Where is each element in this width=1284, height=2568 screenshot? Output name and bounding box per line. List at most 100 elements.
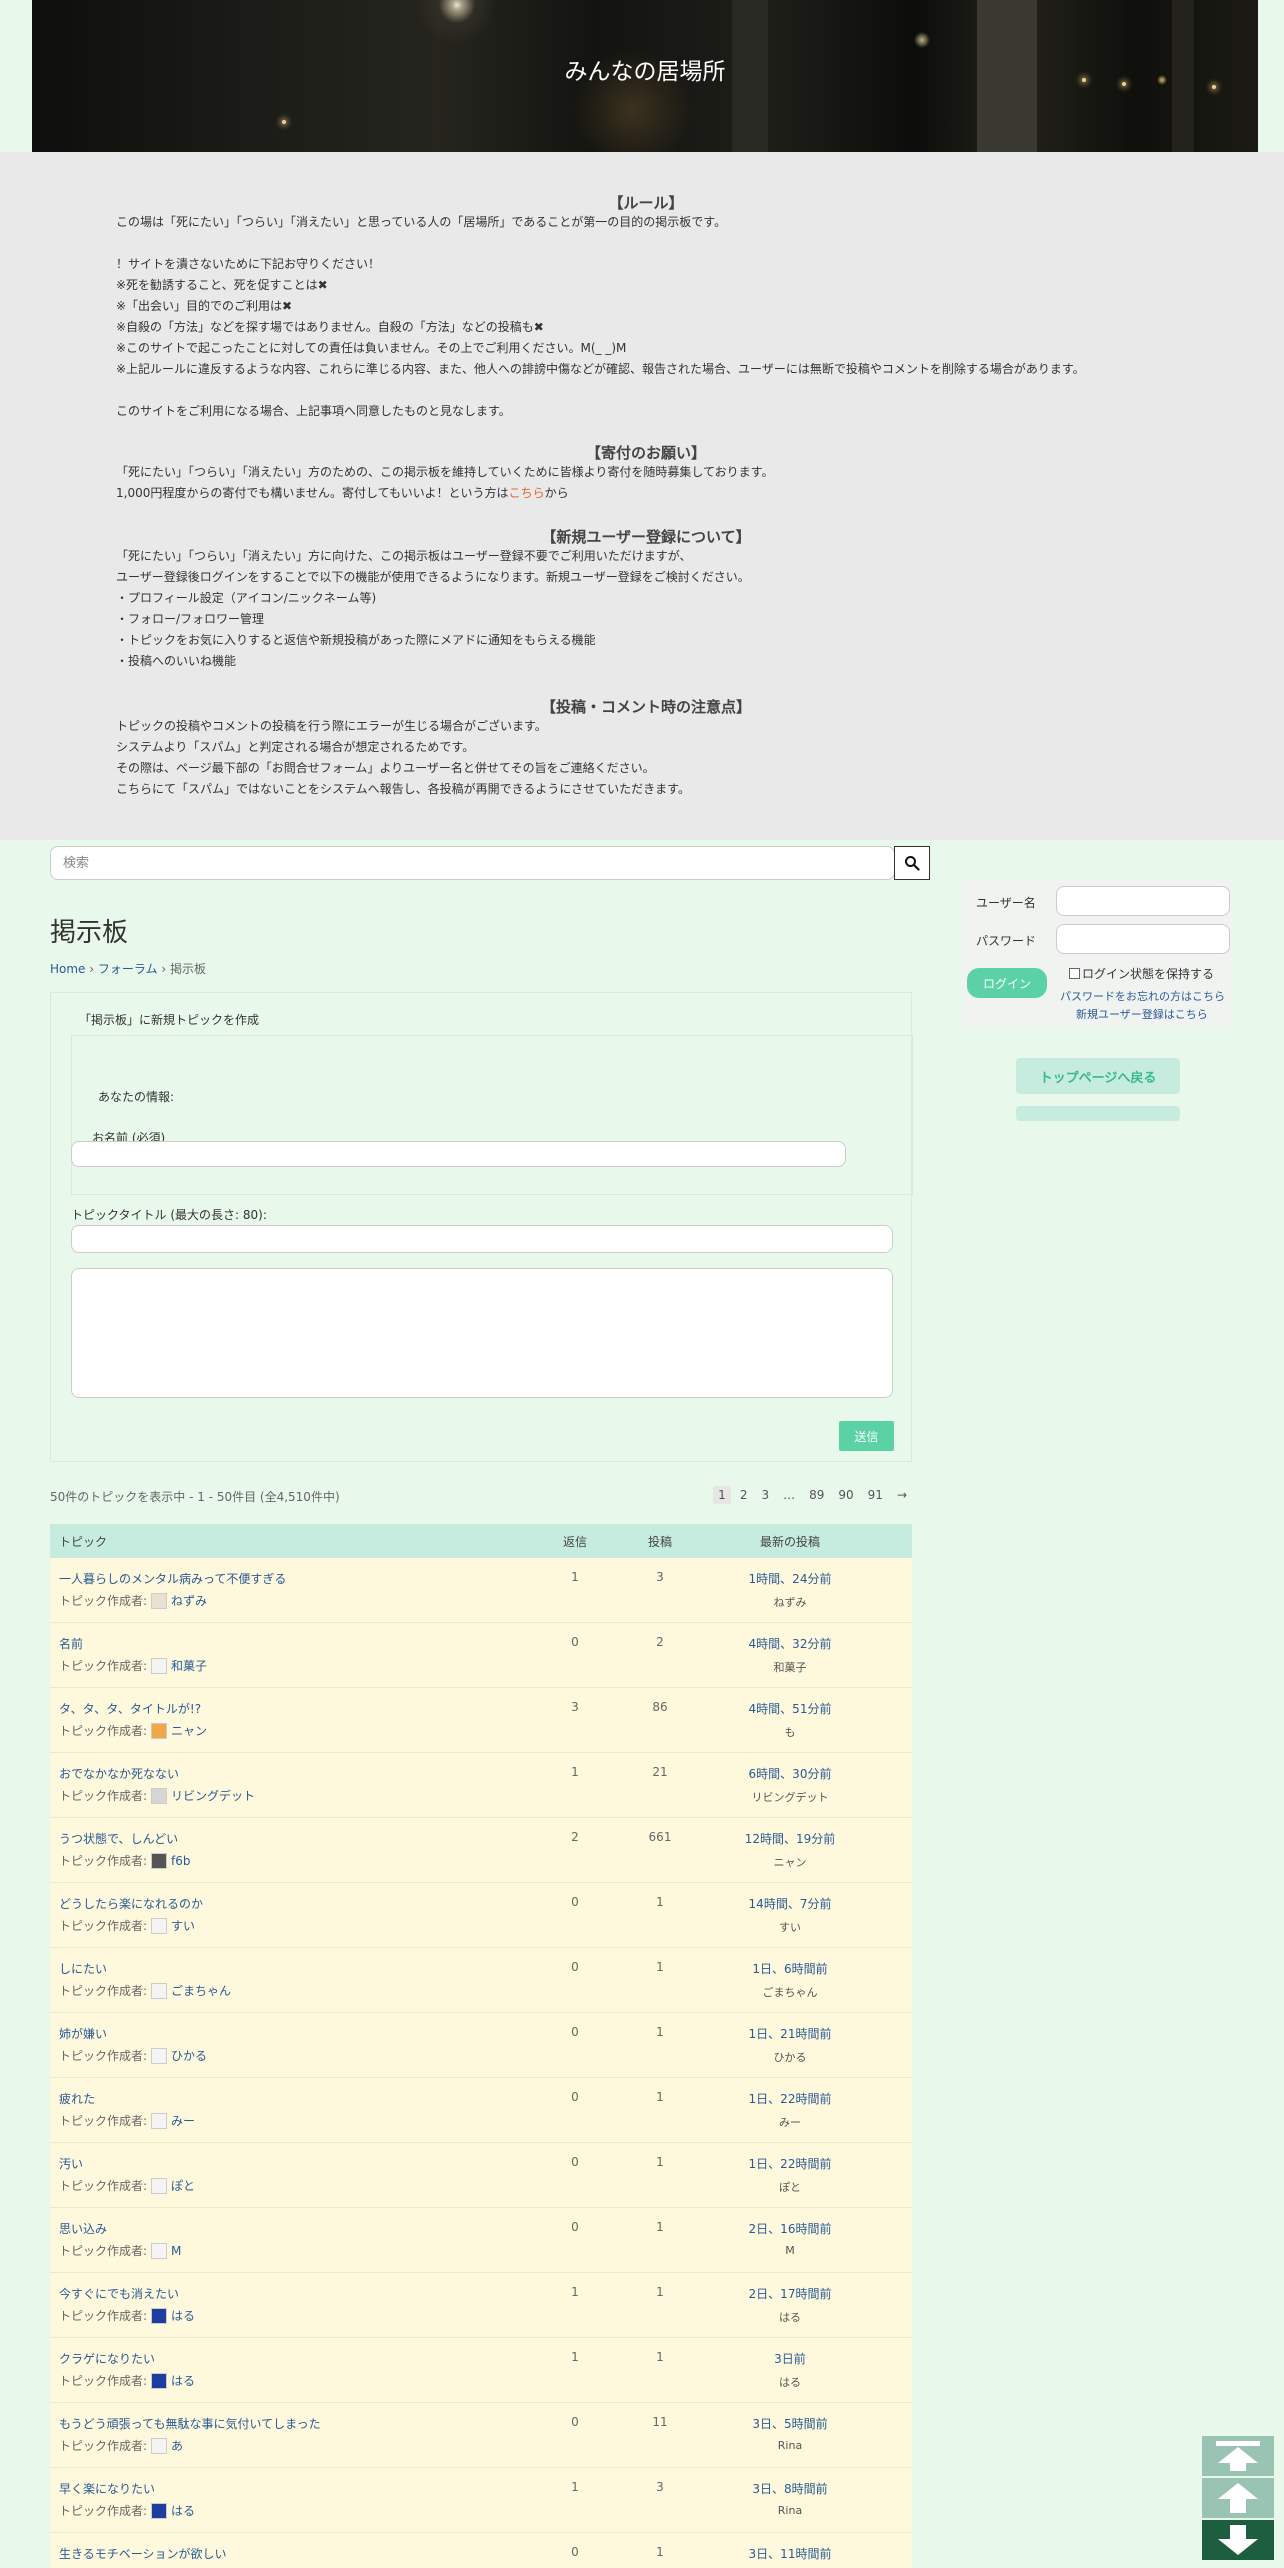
topic-title-link[interactable]: 早く楽になりたい <box>59 2480 155 2497</box>
avatar[interactable] <box>151 2372 168 2389</box>
pagination-page[interactable]: 89 <box>804 1486 829 1504</box>
breadcrumb-home[interactable]: Home <box>50 962 85 976</box>
remember-me[interactable]: ログイン状態を保持する <box>1069 965 1214 982</box>
topic-title-link[interactable]: しにたい <box>59 1960 107 1977</box>
search-input[interactable] <box>50 846 895 880</box>
latest-post-link[interactable]: 6時間、30分前 <box>695 1765 885 1782</box>
topic-title-link[interactable]: 一人暮らしのメンタル病みって不便すぎる <box>59 1570 286 1587</box>
author-link[interactable]: ぽと <box>171 2177 195 2194</box>
latest-post-link[interactable]: 1日、6時間前 <box>695 1960 885 1977</box>
author-link[interactable]: すい <box>171 1917 195 1934</box>
latest-post-author: M <box>785 2244 795 2257</box>
topic-title-link[interactable]: 姉が嫌い <box>59 2025 107 2042</box>
avatar[interactable] <box>151 2307 168 2324</box>
rules-line: ※自殺の「方法」などを探す場ではありません。自殺の「方法」などの投稿も✖ <box>116 320 544 334</box>
rules-line: ※上記ルールに違反するような内容、これらに準じる内容、また、他人への誹謗中傷など… <box>116 362 1085 376</box>
post-count: 3 <box>656 2480 664 2494</box>
donation-link[interactable]: こちら <box>509 486 545 500</box>
avatar[interactable] <box>151 1657 168 1674</box>
avatar[interactable] <box>151 2437 168 2454</box>
author-link[interactable]: みー <box>171 2112 195 2129</box>
forgot-password-link[interactable]: パスワードをお忘れの方はこちら <box>1060 988 1225 1004</box>
avatar[interactable] <box>151 1592 168 1609</box>
site-title[interactable]: みんなの居場所 <box>32 52 1258 86</box>
author-link[interactable]: リビングデット <box>171 1787 255 1804</box>
topic-title-link[interactable]: 汚い <box>59 2155 83 2172</box>
topic-title-link[interactable]: タ、タ、タ、タイトルが!? <box>59 1700 201 1717</box>
avatar[interactable] <box>151 1982 168 1999</box>
reply-count: 1 <box>571 2350 579 2364</box>
scroll-down-button[interactable] <box>1202 2520 1274 2560</box>
topic-title-link[interactable]: 名前 <box>59 1635 83 1652</box>
topic-title-input[interactable] <box>71 1225 893 1253</box>
topic-title-link[interactable]: うつ状態で、しんどい <box>59 1830 178 1847</box>
author-link[interactable]: はる <box>171 2307 195 2324</box>
latest-post-link[interactable]: 2日、17時間前 <box>695 2285 885 2302</box>
author-link[interactable]: はる <box>171 2502 195 2519</box>
avatar[interactable] <box>151 2112 168 2129</box>
author-link[interactable]: あ <box>171 2437 183 2454</box>
latest-post-link[interactable]: 1日、22時間前 <box>695 2090 885 2107</box>
latest-post-author: ニャン <box>773 1856 807 1869</box>
pagination-page[interactable]: 2 <box>735 1486 753 1504</box>
avatar[interactable] <box>151 1787 168 1804</box>
latest-post-link[interactable]: 3日、5時間前 <box>695 2415 885 2432</box>
pagination-page[interactable]: 90 <box>833 1486 858 1504</box>
submit-button[interactable]: 送信 <box>839 1421 894 1451</box>
remember-label: ログイン状態を保持する <box>1082 967 1215 981</box>
username-input[interactable] <box>1056 886 1230 916</box>
name-input[interactable] <box>71 1141 846 1167</box>
topic-title-link[interactable]: 今すぐにでも消えたい <box>59 2285 179 2302</box>
author-link[interactable]: M <box>171 2244 181 2258</box>
author-link[interactable]: ニャン <box>171 1722 207 1739</box>
topic-title-link[interactable]: 思い込み <box>59 2220 107 2237</box>
avatar[interactable] <box>151 2177 168 2194</box>
pagination-next[interactable]: → <box>892 1486 912 1504</box>
author-link[interactable]: ひかる <box>171 2047 207 2064</box>
remember-checkbox[interactable] <box>1069 968 1080 979</box>
scroll-up-button[interactable] <box>1202 2478 1274 2518</box>
reply-count: 1 <box>571 1570 579 1584</box>
topic-title-link[interactable]: もうどう頑張っても無駄な事に気付いてしまった <box>59 2415 321 2432</box>
author-link[interactable]: はる <box>171 2372 195 2389</box>
author-link[interactable]: ねずみ <box>171 1592 207 1609</box>
latest-post-link[interactable]: 12時間、19分前 <box>695 1830 885 1847</box>
avatar[interactable] <box>151 2047 168 2064</box>
login-button[interactable]: ログイン <box>967 968 1047 998</box>
topic-title-link[interactable]: 疲れた <box>59 2090 95 2107</box>
avatar[interactable] <box>151 1852 168 1869</box>
search-button[interactable] <box>894 846 930 880</box>
scroll-top-button[interactable] <box>1202 2436 1274 2476</box>
pagination-page[interactable]: 1 <box>713 1486 731 1504</box>
latest-post-author: Rina <box>777 2504 803 2517</box>
avatar[interactable] <box>151 1917 168 1934</box>
topic-title-link[interactable]: おでなかなか死なない <box>59 1765 179 1782</box>
avatar[interactable] <box>151 2502 168 2519</box>
register-link[interactable]: 新規ユーザー登録はこちら <box>1076 1006 1208 1022</box>
topic-title-link[interactable]: 生きるモチベーションが欲しい <box>59 2545 227 2562</box>
topic-title-link[interactable]: どうしたら楽になれるのか <box>59 1895 203 1912</box>
breadcrumb-forum[interactable]: フォーラム <box>98 962 158 976</box>
password-input[interactable] <box>1056 924 1230 954</box>
avatar[interactable] <box>151 1722 168 1739</box>
latest-post-link[interactable]: 1時間、24分前 <box>695 1570 885 1587</box>
latest-post-link[interactable]: 1日、21時間前 <box>695 2025 885 2042</box>
topic-content-textarea[interactable] <box>71 1268 893 1398</box>
back-to-top-page-button[interactable]: トップページへ戻る <box>1016 1058 1180 1094</box>
topic-title-link[interactable]: クラゲになりたい <box>59 2350 155 2367</box>
author-link[interactable]: 和菓子 <box>171 1657 207 1674</box>
table-row: 汚い トピック作成者: ぽと 0 1 1日、22時間前 ぽと <box>50 2143 912 2208</box>
latest-post-link[interactable]: 3日、11時間前 <box>695 2545 885 2562</box>
latest-post-link[interactable]: 4時間、51分前 <box>695 1700 885 1717</box>
pagination-page[interactable]: 91 <box>863 1486 888 1504</box>
latest-post-link[interactable]: 2日、16時間前 <box>695 2220 885 2237</box>
latest-post-link[interactable]: 3日、8時間前 <box>695 2480 885 2497</box>
author-link[interactable]: f6b <box>171 1854 190 1868</box>
pagination-page[interactable]: 3 <box>756 1486 774 1504</box>
latest-post-link[interactable]: 1日、22時間前 <box>695 2155 885 2172</box>
author-link[interactable]: ごまちゃん <box>171 1982 231 1999</box>
avatar[interactable] <box>151 2242 168 2259</box>
latest-post-link[interactable]: 4時間、32分前 <box>695 1635 885 1652</box>
latest-post-link[interactable]: 3日前 <box>695 2350 885 2367</box>
latest-post-link[interactable]: 14時間、7分前 <box>695 1895 885 1912</box>
